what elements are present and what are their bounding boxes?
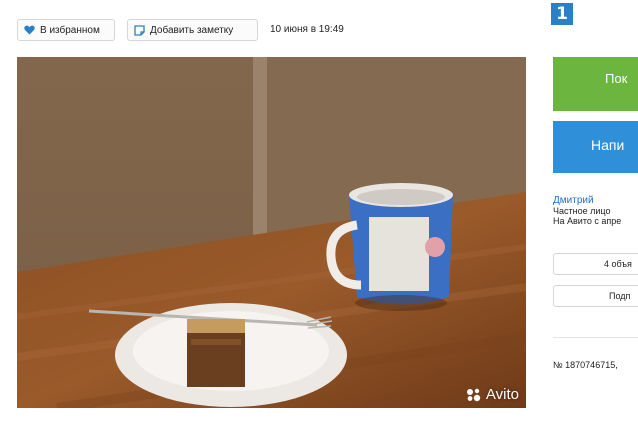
note-icon xyxy=(134,24,145,36)
seller-info: Дмитрий Частное лицо На Авито с апре xyxy=(553,196,638,227)
listing-photo[interactable]: Avito xyxy=(17,57,526,408)
subscribe-button[interactable]: Подп xyxy=(553,285,638,307)
avito-watermark: Avito xyxy=(466,386,519,403)
watermark-text: Avito xyxy=(485,386,519,403)
posted-date: 10 июня в 19:49 xyxy=(270,24,344,35)
seller-since: На Авито с апре xyxy=(553,216,622,226)
top-toolbar: В избранном Добавить заметку 10 июня в 1… xyxy=(0,0,638,52)
photo-illustration xyxy=(17,57,526,408)
seller-ads-button[interactable]: 4 объя xyxy=(553,253,638,275)
heart-icon xyxy=(24,25,35,35)
ad-number: № 1870746715, xyxy=(553,360,618,370)
figure-number-badge: 1 xyxy=(551,3,573,25)
favorite-label: В избранном xyxy=(40,24,100,36)
write-message-button[interactable]: Напи xyxy=(553,121,638,173)
show-phone-button[interactable]: Пок xyxy=(553,57,638,111)
favorite-button[interactable]: В избранном xyxy=(17,19,115,41)
sidebar-divider xyxy=(553,337,638,338)
write-message-label: Напи xyxy=(591,137,625,153)
add-note-button[interactable]: Добавить заметку xyxy=(127,19,258,41)
avito-logo-icon xyxy=(466,388,482,402)
seller-name[interactable]: Дмитрий xyxy=(553,196,638,206)
add-note-label: Добавить заметку xyxy=(150,24,234,36)
show-phone-label: Пок xyxy=(605,71,628,86)
seller-type: Частное лицо xyxy=(553,206,611,216)
